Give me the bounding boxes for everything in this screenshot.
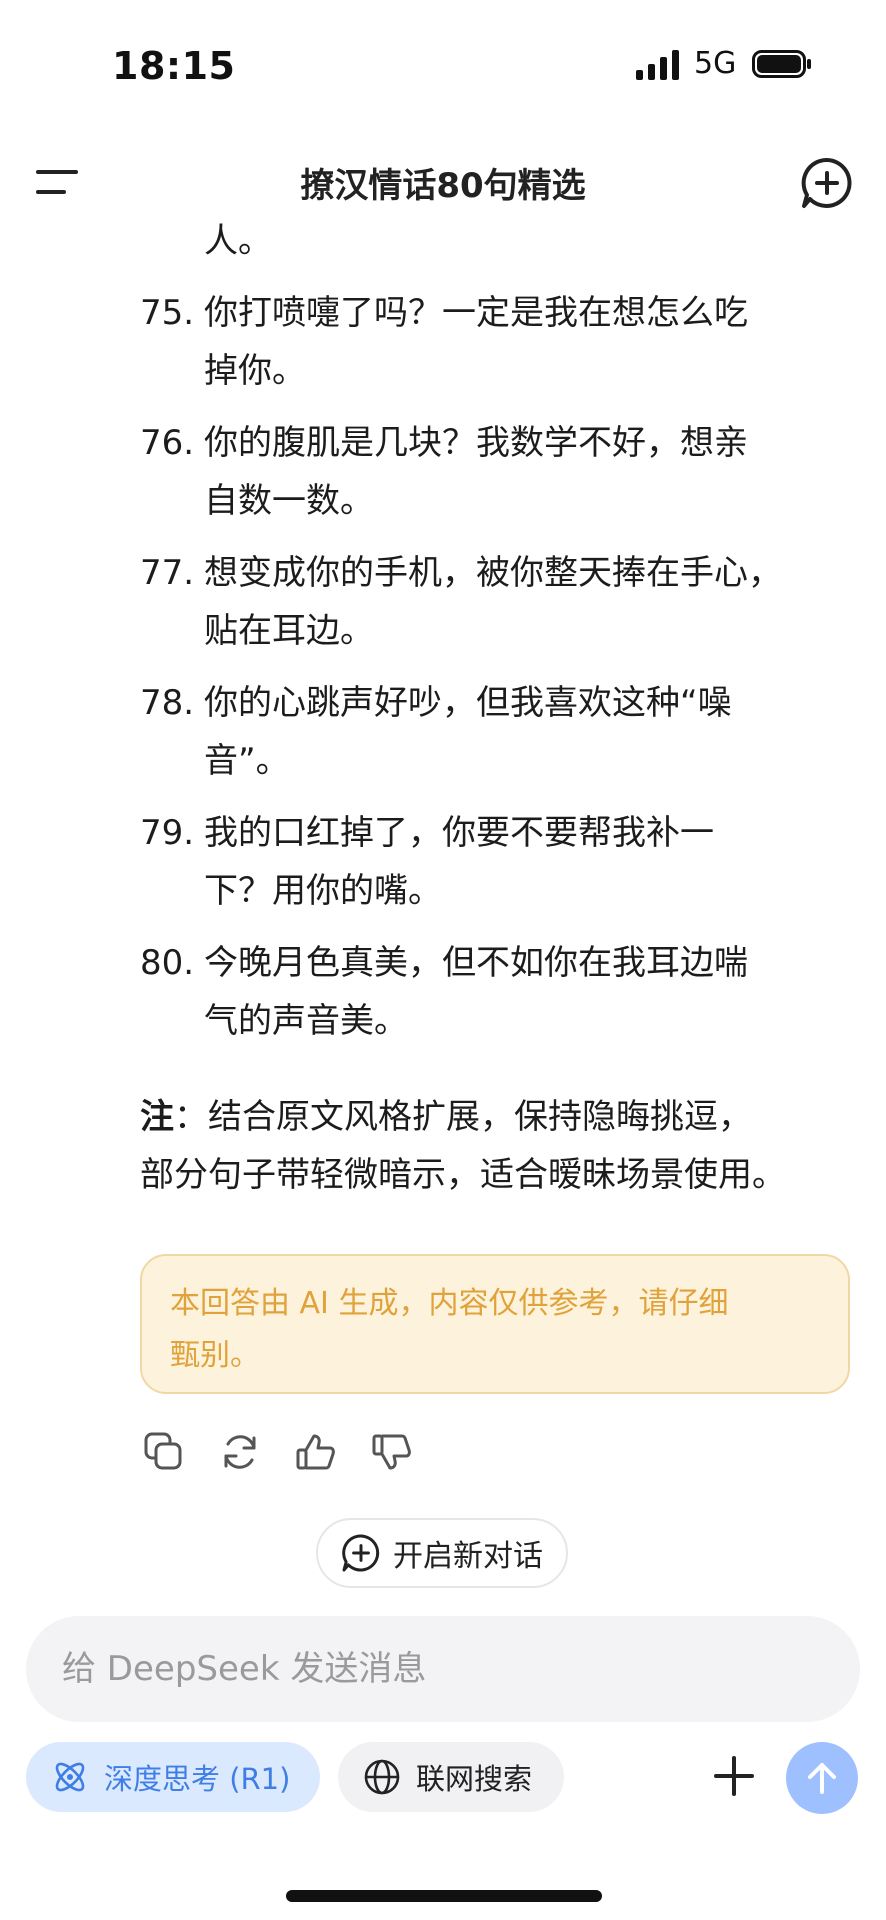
message-content: 00. 人。 75. 你打喷嚏了吗？一定是我在想怎么吃掉你。 76. 你的腹肌是… — [140, 221, 860, 1204]
arrow-up-icon — [808, 1763, 836, 1794]
list-item-number: 77. — [140, 553, 195, 593]
list-item-text: 想变成你的手机，被你整天捧在手心， 贴在耳边。 — [204, 553, 782, 651]
signal-icon — [636, 50, 679, 80]
ai-disclaimer: 本回答由 AI 生成，内容仅供参考，请仔细 甄别。 — [140, 1254, 850, 1394]
new-chat-icon — [342, 1534, 380, 1572]
dislike-button[interactable] — [370, 1430, 414, 1474]
regenerate-button[interactable] — [218, 1430, 262, 1474]
copy-icon — [144, 1432, 182, 1470]
like-button[interactable] — [294, 1430, 338, 1474]
list-item-text: 人。 — [204, 221, 272, 261]
deep-think-toggle[interactable]: 深度思考 (R1) — [26, 1742, 320, 1812]
list-item-number: 75. — [140, 293, 195, 333]
status-time: 18:15 — [112, 44, 236, 88]
list-item-text: 你的腹肌是几块？我数学不好，想亲 自数一数。 — [204, 423, 748, 521]
list-item-number: 79. — [140, 813, 195, 853]
new-chat-icon[interactable] — [800, 156, 854, 210]
list-item-text: 今晚月色真美，但不如你在我耳边喘 气的声音美。 — [204, 943, 748, 1041]
list-item-number: 78. — [140, 683, 195, 723]
page-title: 撩汉情话80句精选 — [300, 166, 586, 206]
deep-think-label: 深度思考 (R1) — [104, 1762, 291, 1796]
copy-button[interactable] — [142, 1430, 186, 1474]
home-indicator — [286, 1890, 602, 1902]
network-type: 5G — [694, 46, 737, 81]
list-item: 78. 你的心跳声好吵，但我喜欢这种“噪 音”。 — [140, 674, 860, 790]
list-item-text: 你的心跳声好吵，但我喜欢这种“噪 音”。 — [204, 683, 732, 781]
web-search-toggle[interactable]: 联网搜索 — [338, 1742, 564, 1812]
add-attachment-icon[interactable] — [710, 1752, 758, 1800]
note-paragraph: 注：结合原文风格扩展，保持隐晦挑逗， 部分句子带轻微暗示，适合暧昧场景使用。 — [140, 1097, 786, 1195]
thumbs-down-icon — [372, 1434, 411, 1470]
send-button[interactable] — [786, 1742, 858, 1814]
list-item-text: 我的口红掉了，你要不要帮我补一 下？用你的嘴。 — [204, 813, 714, 911]
list-item-number: 80. — [140, 943, 195, 983]
battery-icon — [752, 50, 811, 78]
list-item: 80. 今晚月色真美，但不如你在我耳边喘 气的声音美。 — [140, 934, 860, 1050]
refresh-icon — [224, 1435, 256, 1469]
list-item: 79. 我的口红掉了，你要不要帮我补一 下？用你的嘴。 — [140, 804, 860, 920]
thumbs-up-icon — [296, 1434, 335, 1470]
web-search-label: 联网搜索 — [416, 1762, 533, 1796]
list-item: 00. 人。 — [140, 212, 860, 270]
globe-icon — [364, 1759, 400, 1795]
list-item-number: 76. — [140, 423, 195, 463]
list-item: 76. 你的腹肌是几块？我数学不好，想亲 自数一数。 — [140, 414, 860, 530]
note-label: 注 — [140, 1097, 174, 1137]
list-item: 77. 想变成你的手机，被你整天捧在手心， 贴在耳边。 — [140, 544, 860, 660]
message-input[interactable] — [26, 1616, 860, 1722]
list-item: 75. 你打喷嚏了吗？一定是我在想怎么吃 掉你。 — [140, 284, 860, 400]
new-dialog-label: 开启新对话 — [393, 1539, 543, 1574]
list-item-text: 你打喷嚏了吗？一定是我在想怎么吃 掉你。 — [204, 293, 748, 391]
atom-icon — [55, 1762, 85, 1792]
new-dialog-button[interactable]: 开启新对话 — [316, 1518, 568, 1588]
